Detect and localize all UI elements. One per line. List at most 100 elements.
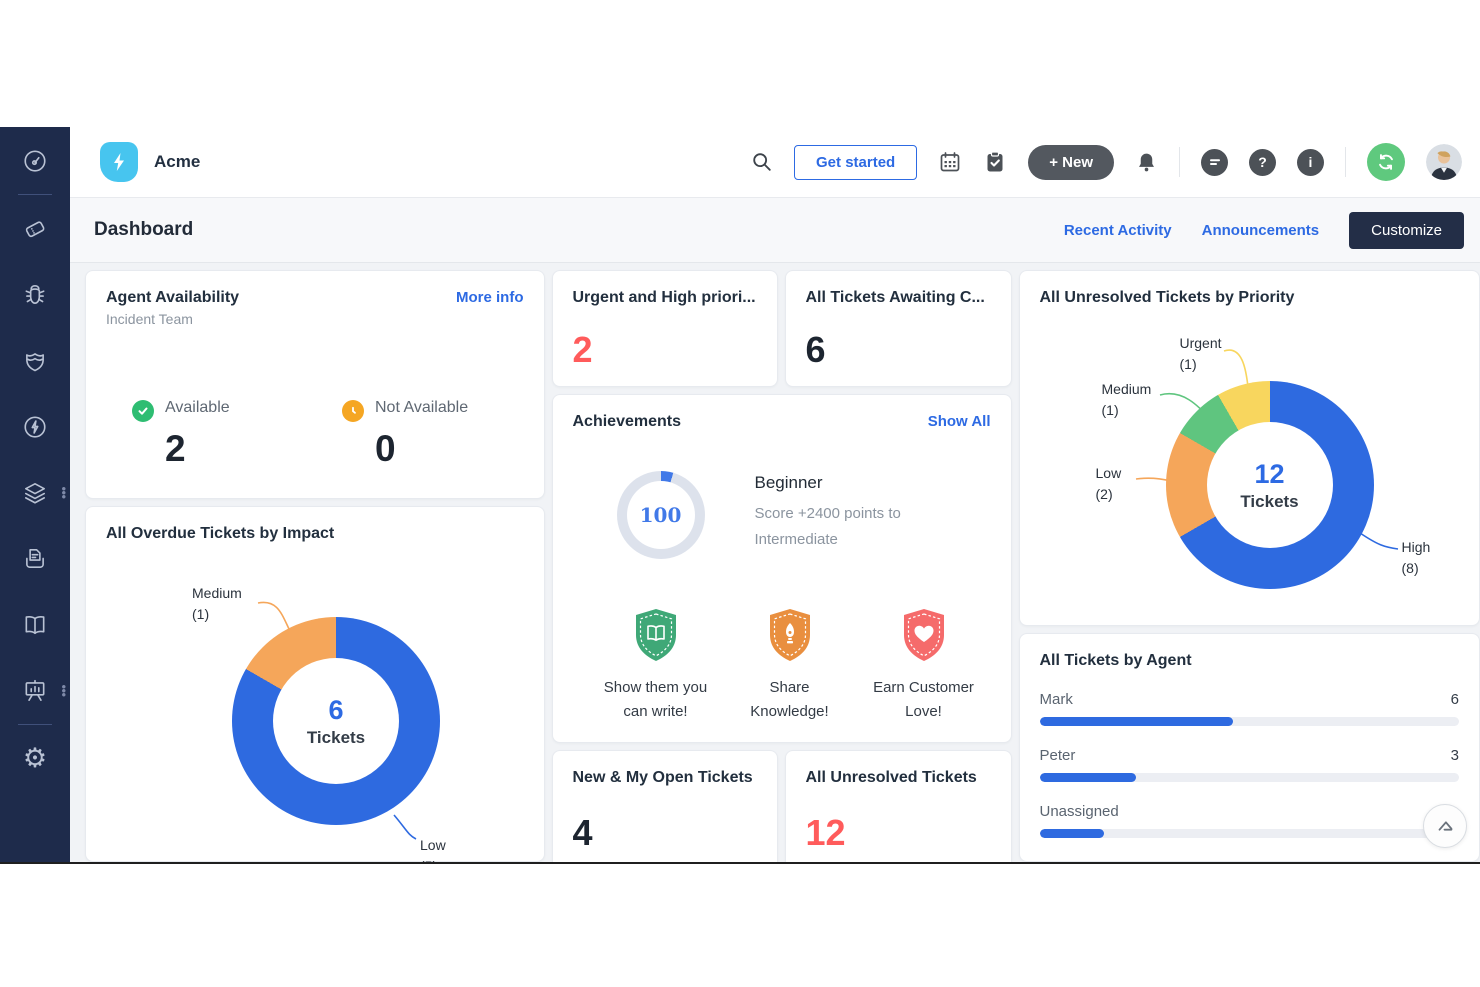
donut-center-label: Tickets — [1240, 492, 1298, 512]
sidebar-item-changes[interactable] — [0, 342, 70, 379]
new-button[interactable]: + New — [1028, 145, 1114, 180]
available-value: 2 — [165, 428, 230, 470]
bar-fill-peter — [1040, 773, 1137, 782]
donut-center-value: 6 — [328, 695, 343, 726]
slice-label-low: Low(2) — [1096, 463, 1122, 505]
more-info-link[interactable]: More info — [456, 289, 524, 306]
available-label: Available — [165, 399, 230, 417]
dashboard-bar: Dashboard Recent Activity Announcements … — [70, 198, 1480, 263]
all-unresolved-value: 12 — [806, 815, 991, 851]
available-stat: Available 2 — [132, 399, 342, 470]
book-icon — [22, 612, 48, 638]
badge-customer-love[interactable]: Earn CustomerLove! — [857, 607, 991, 724]
analytics-board-icon — [22, 678, 48, 704]
achievement-level: Beginner — [755, 473, 901, 493]
tickets-by-agent-card: All Tickets by Agent Mark6 Peter3 Unassi… — [1019, 633, 1480, 862]
awaiting-customer-card: All Tickets Awaiting C... 6 — [785, 270, 1012, 387]
sidebar-item-reports[interactable] — [0, 540, 70, 577]
priority-donut-chart: 12 Tickets — [1166, 381, 1374, 589]
achievement-score-text: Score +2400 points to Intermediate — [755, 501, 901, 553]
main-area: Acme Get started + New — [70, 127, 1480, 862]
show-all-link[interactable]: Show All — [928, 413, 991, 430]
page: ••• ••• ⚙ Acme — [0, 0, 1480, 987]
feedback-icon[interactable] — [1201, 149, 1228, 176]
card-title: Urgent and High priori... — [573, 289, 757, 307]
brand: Acme — [100, 142, 200, 182]
red-shield-heart-icon — [899, 607, 949, 663]
slice-label-high: High(8) — [1402, 537, 1431, 579]
sidebar-item-problems[interactable] — [0, 276, 70, 313]
green-shield-book-icon — [631, 607, 681, 663]
agent-bar-row: Peter3 — [1040, 747, 1460, 782]
sync-refresh-icon[interactable] — [1367, 143, 1405, 181]
tasks-clipboard-icon[interactable] — [983, 150, 1007, 174]
app-window: ••• ••• ⚙ Acme — [0, 127, 1480, 864]
card-title: All Unresolved Tickets — [806, 769, 991, 787]
bar-fill-unassigned — [1040, 829, 1105, 838]
agent-bar-row: Unassigned — [1040, 803, 1460, 838]
badge-share-knowledge[interactable]: ShareKnowledge! — [723, 607, 857, 724]
new-open-value: 4 — [573, 815, 757, 851]
layers-icon — [22, 480, 48, 506]
recent-activity-link[interactable]: Recent Activity — [1064, 222, 1172, 239]
page-title: Dashboard — [94, 219, 193, 241]
not-available-value: 0 — [375, 428, 468, 470]
urgent-high-value: 2 — [573, 332, 757, 368]
topbar-separator — [1179, 147, 1180, 177]
bar-track — [1040, 773, 1460, 782]
slice-label-medium: Medium(1) — [1102, 379, 1152, 421]
bug-icon — [22, 282, 48, 308]
sidebar-kebab-icon[interactable]: ••• — [61, 487, 66, 499]
customize-button[interactable]: Customize — [1349, 212, 1464, 249]
sidebar-item-automations[interactable] — [0, 408, 70, 445]
bolt-circle-icon — [22, 414, 48, 440]
info-icon[interactable]: i — [1297, 149, 1324, 176]
badge-write[interactable]: Show them youcan write! — [589, 607, 723, 724]
bolt-icon — [110, 152, 128, 172]
sidebar-divider — [18, 724, 52, 725]
overdue-donut-chart: 6 Tickets — [232, 617, 440, 825]
chevron-up-icon — [1434, 815, 1456, 837]
sidebar-item-solutions[interactable] — [0, 606, 70, 643]
card-title: Agent Availability — [106, 289, 239, 307]
dashboard-gauge-icon — [22, 148, 48, 174]
search-icon[interactable] — [751, 151, 773, 173]
card-title: All Overdue Tickets by Impact — [106, 525, 524, 543]
score-progress-ring: 100 — [617, 471, 705, 559]
card-title: Achievements — [573, 413, 682, 431]
help-icon[interactable]: ? — [1249, 149, 1276, 176]
sidebar-kebab-icon[interactable]: ••• — [61, 685, 66, 697]
announcements-link[interactable]: Announcements — [1202, 222, 1320, 239]
dashboard-content: Agent Availability Incident Team More in… — [70, 263, 1480, 862]
notifications-bell-icon[interactable] — [1135, 151, 1158, 174]
card-title: All Tickets Awaiting C... — [806, 289, 991, 307]
new-my-open-card: New & My Open Tickets 4 — [552, 750, 778, 862]
brand-name: Acme — [154, 152, 200, 172]
unresolved-by-priority-card: All Unresolved Tickets by Priority Urgen… — [1019, 270, 1480, 626]
document-tray-icon — [22, 546, 48, 572]
agent-bar-row: Mark6 — [1040, 691, 1460, 726]
sidebar-item-analytics[interactable]: ••• — [0, 672, 70, 709]
topbar-separator — [1345, 147, 1346, 177]
slice-label-low: Low(5) — [420, 835, 446, 862]
orange-shield-pen-icon — [765, 607, 815, 663]
slice-label-medium: Medium(1) — [192, 583, 242, 625]
sidebar-divider — [18, 194, 52, 195]
shield-icon — [22, 348, 48, 374]
slice-label-urgent: Urgent(1) — [1180, 333, 1222, 375]
get-started-button[interactable]: Get started — [794, 145, 917, 180]
all-unresolved-card: All Unresolved Tickets 12 — [785, 750, 1012, 862]
bar-fill-mark — [1040, 717, 1234, 726]
top-bar: Acme Get started + New — [70, 127, 1480, 198]
bar-track — [1040, 717, 1460, 726]
sidebar-item-admin[interactable]: ⚙ — [0, 740, 70, 777]
awaiting-value: 6 — [806, 332, 991, 368]
scroll-to-top-button[interactable] — [1423, 804, 1467, 848]
brand-logo[interactable] — [100, 142, 138, 182]
sidebar-item-tickets[interactable] — [0, 210, 70, 247]
sidebar-item-dashboard[interactable] — [0, 142, 70, 179]
sidebar-item-assets[interactable]: ••• — [0, 474, 70, 511]
user-avatar[interactable] — [1426, 144, 1462, 180]
donut-center-value: 12 — [1254, 459, 1284, 490]
calendar-icon[interactable] — [938, 150, 962, 174]
